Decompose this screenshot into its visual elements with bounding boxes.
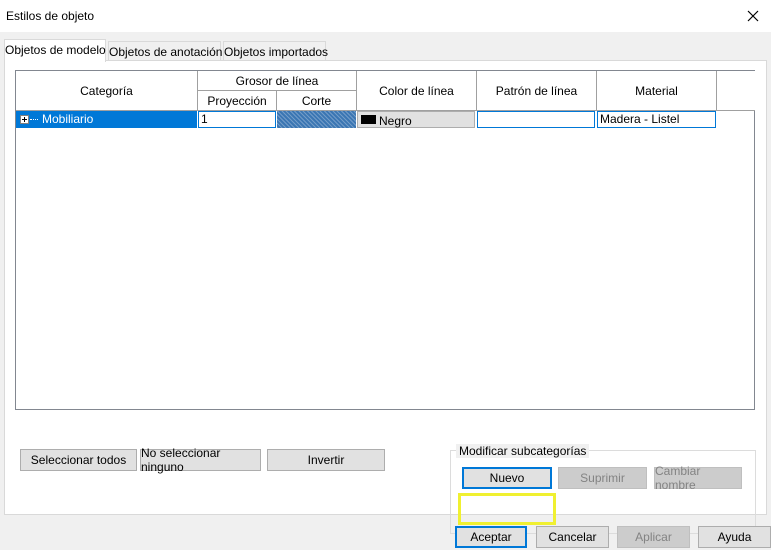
select-none-button[interactable]: No seleccionar ninguno: [140, 446, 261, 474]
header-line-weight: Grosor de línea: [198, 71, 357, 91]
cancel-button[interactable]: Cancelar: [536, 526, 609, 548]
line-pattern-cell[interactable]: [477, 111, 595, 128]
expand-icon[interactable]: [20, 115, 29, 124]
close-button[interactable]: [735, 0, 771, 32]
delete-subcategory-button[interactable]: Suprimir: [558, 467, 647, 489]
projection-weight-cell[interactable]: 1: [198, 111, 276, 128]
header-material: Material: [597, 71, 717, 111]
select-all-button[interactable]: Seleccionar todos: [20, 449, 137, 471]
rename-subcategory-button[interactable]: Cambiar nombre: [654, 464, 742, 492]
category-cell[interactable]: Mobiliario: [16, 111, 197, 128]
tab-model-objects[interactable]: Objetos de modelo: [4, 39, 106, 62]
apply-button[interactable]: Aplicar: [617, 526, 690, 548]
header-cut: Corte: [277, 91, 357, 111]
tree-connector: [30, 119, 38, 120]
header-category[interactable]: Categoría: [16, 71, 198, 111]
window-title: Estilos de objeto: [6, 9, 95, 23]
modify-subcategories-label: Modificar subcategorías: [456, 444, 590, 458]
cut-weight-cell: [277, 111, 356, 128]
header-filler: [717, 71, 755, 111]
material-cell[interactable]: Madera - Listel: [597, 111, 716, 128]
object-styles-grid: Categoría Grosor de línea Proyección Cor…: [15, 70, 755, 410]
tab-annotation-objects[interactable]: Objetos de anotación: [108, 41, 222, 60]
tab-imported-objects[interactable]: Objetos importados: [223, 41, 328, 60]
title-bar: Estilos de objeto: [0, 0, 771, 32]
line-color-button[interactable]: Negro: [357, 111, 475, 128]
color-swatch: [361, 115, 376, 124]
help-button[interactable]: Ayuda: [698, 526, 771, 548]
header-line-pattern: Patrón de línea: [477, 71, 597, 111]
ok-button[interactable]: Aceptar: [455, 526, 527, 548]
header-projection: Proyección: [198, 91, 277, 111]
dialog-body: Objetos de modelo Objetos de anotación O…: [0, 32, 771, 550]
invert-selection-button[interactable]: Invertir: [267, 449, 385, 471]
line-color-label: Negro: [379, 114, 412, 128]
category-label: Mobiliario: [42, 112, 94, 126]
header-line-color: Color de línea: [357, 71, 477, 111]
new-subcategory-button[interactable]: Nuevo: [462, 467, 552, 489]
new-button-highlight: [458, 493, 556, 525]
table-row[interactable]: Mobiliario 1 Negro Madera - Listel: [16, 111, 756, 128]
close-icon: [747, 10, 759, 22]
